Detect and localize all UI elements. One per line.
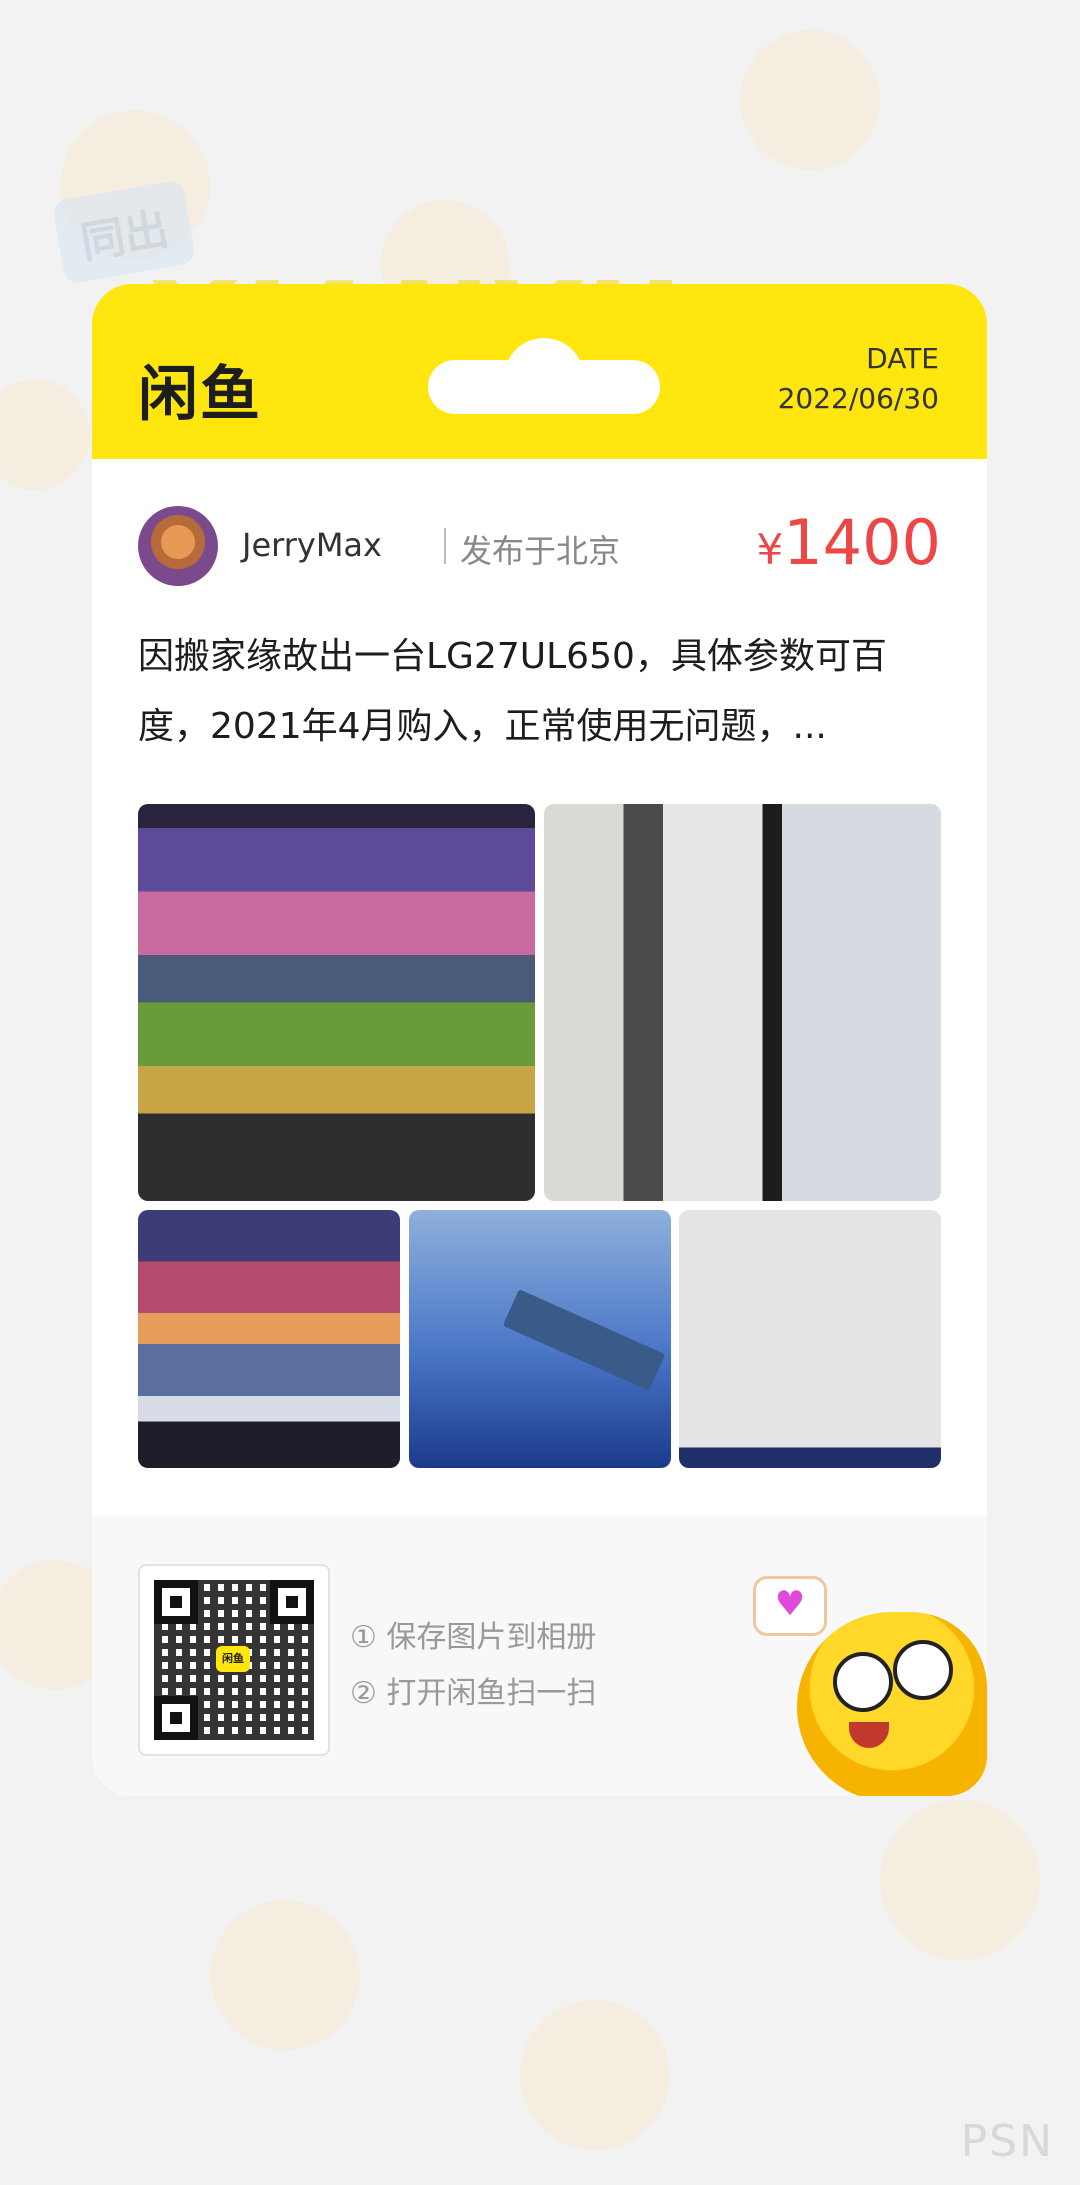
listing-card: 闲鱼 DATE 2022/06/30 JerryMax 发布于北京 ¥1400 … (92, 284, 987, 1796)
qr-finder (154, 1580, 198, 1624)
username[interactable]: JerryMax (242, 526, 382, 564)
site-watermark: PSN (960, 2116, 1054, 2167)
card-footer: 闲鱼 ① 保存图片到相册 ② 打开闲鱼扫一扫 ♥ (92, 1516, 987, 1796)
instruction-step-1: ① 保存图片到相册 (350, 1620, 597, 1655)
photo-monitor-pier[interactable] (409, 1210, 671, 1468)
qr-finder (154, 1696, 198, 1740)
background-mascot-decoration (520, 2000, 670, 2150)
header-notch (428, 360, 660, 414)
price-currency: ¥ (756, 525, 784, 574)
mascot-mouth (849, 1722, 889, 1748)
background-mascot-decoration (740, 30, 880, 170)
date-label: DATE (866, 342, 939, 375)
price-value: 1400 (783, 506, 941, 579)
mascot-eye (893, 1640, 953, 1700)
photo-monitor-cables[interactable] (544, 804, 941, 1201)
heart-bubble-icon: ♥ (753, 1576, 827, 1636)
xianyu-logo: 闲鱼 (138, 360, 262, 430)
background-mascot-decoration (210, 1900, 360, 2050)
background-mascot-decoration (0, 380, 90, 490)
background-mascot-decoration (880, 1800, 1040, 1960)
item-description: 因搬家缘故出一台LG27UL650，具体参数可百度，2021年4月购入，正常使用… (138, 636, 887, 747)
date-value: 2022/06/30 (777, 382, 939, 415)
qr-finder (270, 1580, 314, 1624)
photo-monitor-castle[interactable] (138, 804, 535, 1201)
mascot-illustration (797, 1612, 987, 1796)
divider (444, 528, 446, 564)
seller-row: JerryMax 发布于北京 ¥1400 (138, 506, 941, 586)
qr-code[interactable]: 闲鱼 (138, 1564, 330, 1756)
instruction-step-2: ② 打开闲鱼扫一扫 (350, 1676, 597, 1711)
avatar[interactable] (138, 506, 218, 586)
price: ¥1400 (756, 506, 941, 579)
mascot-eye (833, 1652, 893, 1712)
photo-monitor-screen[interactable] (679, 1210, 941, 1468)
pier-shape (502, 1289, 666, 1391)
photo-monitor-sunset[interactable] (138, 1210, 400, 1468)
qr-logo: 闲鱼 (216, 1646, 250, 1672)
card-header: 闲鱼 DATE 2022/06/30 (92, 284, 987, 459)
post-location: 发布于北京 (460, 532, 621, 570)
